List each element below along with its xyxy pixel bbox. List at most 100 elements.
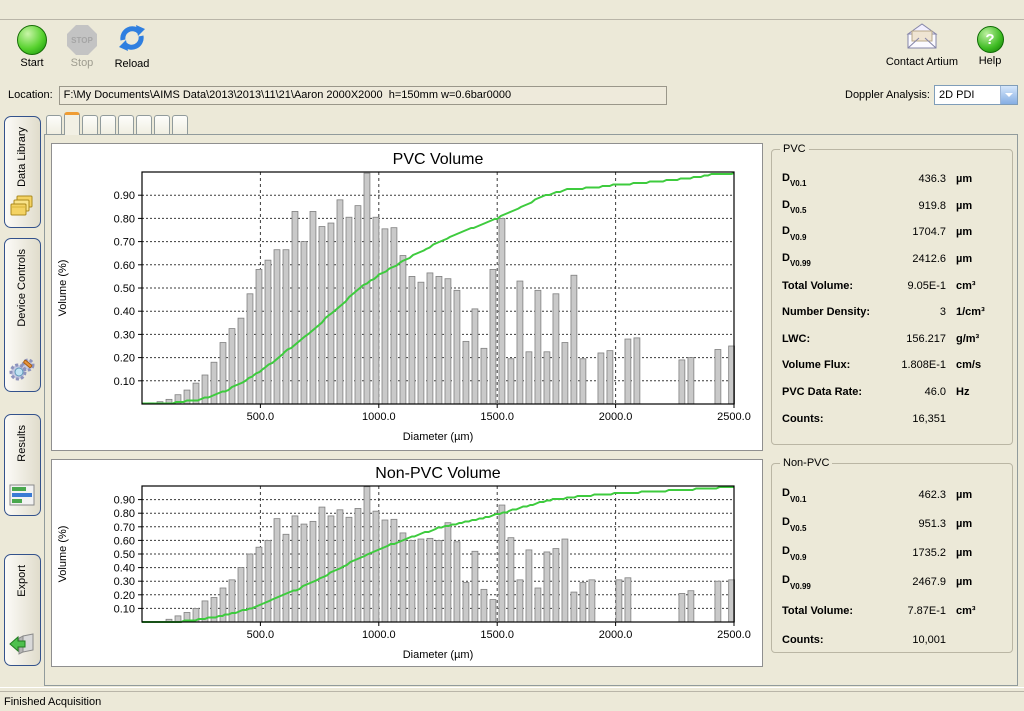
svg-text:Diameter (µm): Diameter (µm) (403, 431, 474, 443)
tab-ch1-velocity-vs-size[interactable] (46, 115, 62, 134)
toolbar-right: Contact Artium ? Help (880, 23, 1016, 68)
start-button[interactable]: Start (8, 23, 56, 69)
menu-item-acquisition[interactable] (58, 8, 76, 12)
svg-text:Non-PVC Volume: Non-PVC Volume (375, 465, 500, 482)
non-pvc-stats-groupbox: Non-PVC DV0.1 462.3 µm DV0.5 951.3 µm (771, 463, 1013, 653)
help-icon: ? (977, 26, 1004, 53)
bar-chart-icon (9, 484, 35, 509)
stat-row-total-volume: Total Volume: 7.87E-1 cm³ (782, 596, 1004, 625)
stat-row-d: DV0.9 1704.7 µm (782, 219, 1004, 246)
pvc-stats-rows: DV0.1 436.3 µm DV0.5 919.8 µm DV0.9 1704… (782, 166, 1004, 432)
data-library-label: Data Library (16, 127, 28, 187)
tab-processor-settings[interactable] (136, 115, 152, 134)
svg-text:2000.0: 2000.0 (599, 629, 633, 641)
svg-text:0.70: 0.70 (114, 237, 135, 249)
tab-strip (44, 110, 1018, 134)
non-pvc-volume-chart: 0.100.200.300.400.500.600.700.800.90500.… (52, 460, 756, 666)
svg-text:0.30: 0.30 (114, 329, 135, 341)
stat-row-d: DV0.5 919.8 µm (782, 193, 1004, 220)
svg-text:0.10: 0.10 (114, 603, 135, 615)
doppler-analysis: Doppler Analysis: 2D PDI (845, 85, 1018, 105)
svg-text:1000.0: 1000.0 (362, 411, 396, 423)
svg-text:0.90: 0.90 (114, 190, 135, 202)
doppler-analysis-label: Doppler Analysis: (845, 89, 930, 101)
svg-text:0.10: 0.10 (114, 376, 135, 388)
pvc-volume-chart-panel: 0.100.200.300.400.500.600.700.800.90500.… (51, 143, 763, 451)
svg-text:Diameter (µm): Diameter (µm) (403, 649, 474, 661)
non-pvc-volume-chart-panel: 0.100.200.300.400.500.600.700.800.90500.… (51, 459, 763, 667)
svg-text:Volume (%): Volume (%) (57, 526, 69, 583)
sidebar-item-data-library[interactable]: Data Library (4, 116, 41, 228)
menu-item-export[interactable] (40, 8, 58, 12)
pvc-stats-groupbox: PVC DV0.1 436.3 µm DV0.5 919.8 µm (771, 149, 1013, 445)
stat-row-d: DV0.5 951.3 µm (782, 509, 1004, 538)
reload-button[interactable]: Reload (108, 23, 156, 70)
svg-text:500.0: 500.0 (247, 411, 275, 423)
svg-text:0.70: 0.70 (114, 522, 135, 534)
svg-text:0.60: 0.60 (114, 260, 135, 272)
tab-pdi-optics[interactable] (154, 115, 170, 134)
sidebar-item-results[interactable]: Results (4, 414, 41, 516)
stop-icon: STOP (67, 25, 97, 55)
stop-button[interactable]: STOP Stop (58, 23, 106, 69)
tab-ch1-pdi-validation[interactable] (118, 115, 134, 134)
left-sidebar: Data Library Device Controls (0, 110, 44, 686)
statusbar: Finished Acquisition (0, 692, 1024, 711)
tab-pdi-statistics[interactable] (100, 115, 116, 134)
menubar (0, 0, 1024, 20)
svg-text:0.50: 0.50 (114, 283, 135, 295)
main-area: Data Library Device Controls (0, 108, 1024, 686)
tab-pdi-volume[interactable] (64, 112, 80, 135)
svg-text:0.40: 0.40 (114, 563, 135, 575)
svg-text:2000.0: 2000.0 (599, 411, 633, 423)
stop-label: Stop (71, 57, 94, 69)
stat-row-d: DV0.1 462.3 µm (782, 480, 1004, 509)
location-label: Location: (8, 89, 53, 101)
help-button[interactable]: ? Help (966, 23, 1014, 67)
menu-item-edit[interactable] (22, 8, 40, 12)
sidebar-item-device-controls[interactable]: Device Controls (4, 238, 41, 392)
tab-content: 0.100.200.300.400.500.600.700.800.90500.… (44, 134, 1018, 686)
menu-item-file[interactable] (4, 8, 22, 12)
sidebar-item-export[interactable]: Export (4, 554, 41, 666)
stat-row-d: DV0.1 436.3 µm (782, 166, 1004, 193)
svg-text:1500.0: 1500.0 (480, 629, 514, 641)
svg-text:0.30: 0.30 (114, 576, 135, 588)
status-text: Finished Acquisition (4, 696, 101, 708)
location-row: Location: Doppler Analysis: 2D PDI (0, 82, 1024, 108)
svg-text:Volume (%): Volume (%) (57, 260, 69, 317)
svg-text:0.60: 0.60 (114, 535, 135, 547)
svg-text:2500.0: 2500.0 (717, 629, 751, 641)
tab-pdi-time-history[interactable] (172, 115, 188, 134)
tab-panel: 0.100.200.300.400.500.600.700.800.90500.… (44, 110, 1018, 686)
svg-text:PVC Volume: PVC Volume (393, 151, 484, 168)
stat-row-volume-flux: Volume Flux: 1.808E-1 cm/s (782, 352, 1004, 379)
non-pvc-stats-rows: DV0.1 462.3 µm DV0.5 951.3 µm DV0.9 1735… (782, 480, 1004, 654)
export-label: Export (16, 565, 28, 597)
stat-row-pvc-data-rate: PVC Data Rate: 46.0 Hz (782, 379, 1004, 406)
svg-text:2500.0: 2500.0 (717, 411, 751, 423)
menu-item-scripts[interactable] (94, 8, 112, 12)
svg-text:0.90: 0.90 (114, 495, 135, 507)
menu-item-views[interactable] (76, 8, 94, 12)
stats-column: PVC DV0.1 436.3 µm DV0.5 919.8 µm (771, 143, 1013, 679)
charts-column: 0.100.200.300.400.500.600.700.800.90500.… (51, 143, 763, 679)
envelope-icon (904, 23, 940, 54)
contact-artium-button[interactable]: Contact Artium (880, 23, 964, 68)
combo-dropdown-arrow-icon[interactable] (1000, 86, 1017, 104)
reload-icon (116, 23, 148, 56)
svg-text:0.20: 0.20 (114, 590, 135, 602)
svg-text:0.80: 0.80 (114, 508, 135, 520)
svg-text:0.40: 0.40 (114, 306, 135, 318)
stat-row-d: DV0.99 2467.9 µm (782, 567, 1004, 596)
svg-text:1500.0: 1500.0 (480, 411, 514, 423)
menu-item-network[interactable] (112, 8, 130, 12)
svg-text:500.0: 500.0 (247, 629, 275, 641)
tab-pdi-statistics-pvc[interactable] (82, 115, 98, 134)
location-input[interactable] (59, 86, 667, 105)
menu-item-help[interactable] (130, 8, 148, 12)
doppler-analysis-select[interactable]: 2D PDI (934, 85, 1018, 105)
reload-label: Reload (115, 58, 150, 70)
stat-row-counts: Counts: 10,001 (782, 625, 1004, 654)
folders-icon (9, 194, 35, 221)
